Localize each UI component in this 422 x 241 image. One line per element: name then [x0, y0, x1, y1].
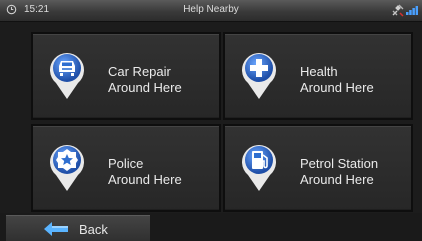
car-repair-icon	[50, 53, 84, 99]
signal-icon	[406, 6, 418, 15]
back-label: Back	[79, 222, 108, 237]
bottom-bar: Back	[0, 213, 422, 241]
help-nearby-grid: Car Repair Around Here Health Around Her…	[0, 22, 422, 213]
health-label: Health Around Here	[300, 64, 374, 95]
page-title: Help Nearby	[183, 4, 239, 15]
police-button[interactable]: Police Around Here	[31, 124, 221, 212]
health-cross-icon	[242, 53, 276, 99]
petrol-station-button[interactable]: Petrol Station Around Here	[223, 124, 413, 212]
petrol-station-label: Petrol Station Around Here	[300, 156, 379, 187]
status-bar: 15:21 Help Nearby	[0, 0, 422, 22]
car-repair-button[interactable]: Car Repair Around Here	[31, 32, 221, 120]
police-badge-icon	[50, 145, 84, 191]
back-button[interactable]: Back	[6, 215, 150, 241]
satellite-icon	[392, 4, 404, 17]
police-label: Police Around Here	[108, 156, 182, 187]
health-button[interactable]: Health Around Here	[223, 32, 413, 120]
fuel-pump-icon	[242, 145, 276, 191]
back-arrow-icon	[44, 222, 68, 236]
car-repair-label: Car Repair Around Here	[108, 64, 182, 95]
